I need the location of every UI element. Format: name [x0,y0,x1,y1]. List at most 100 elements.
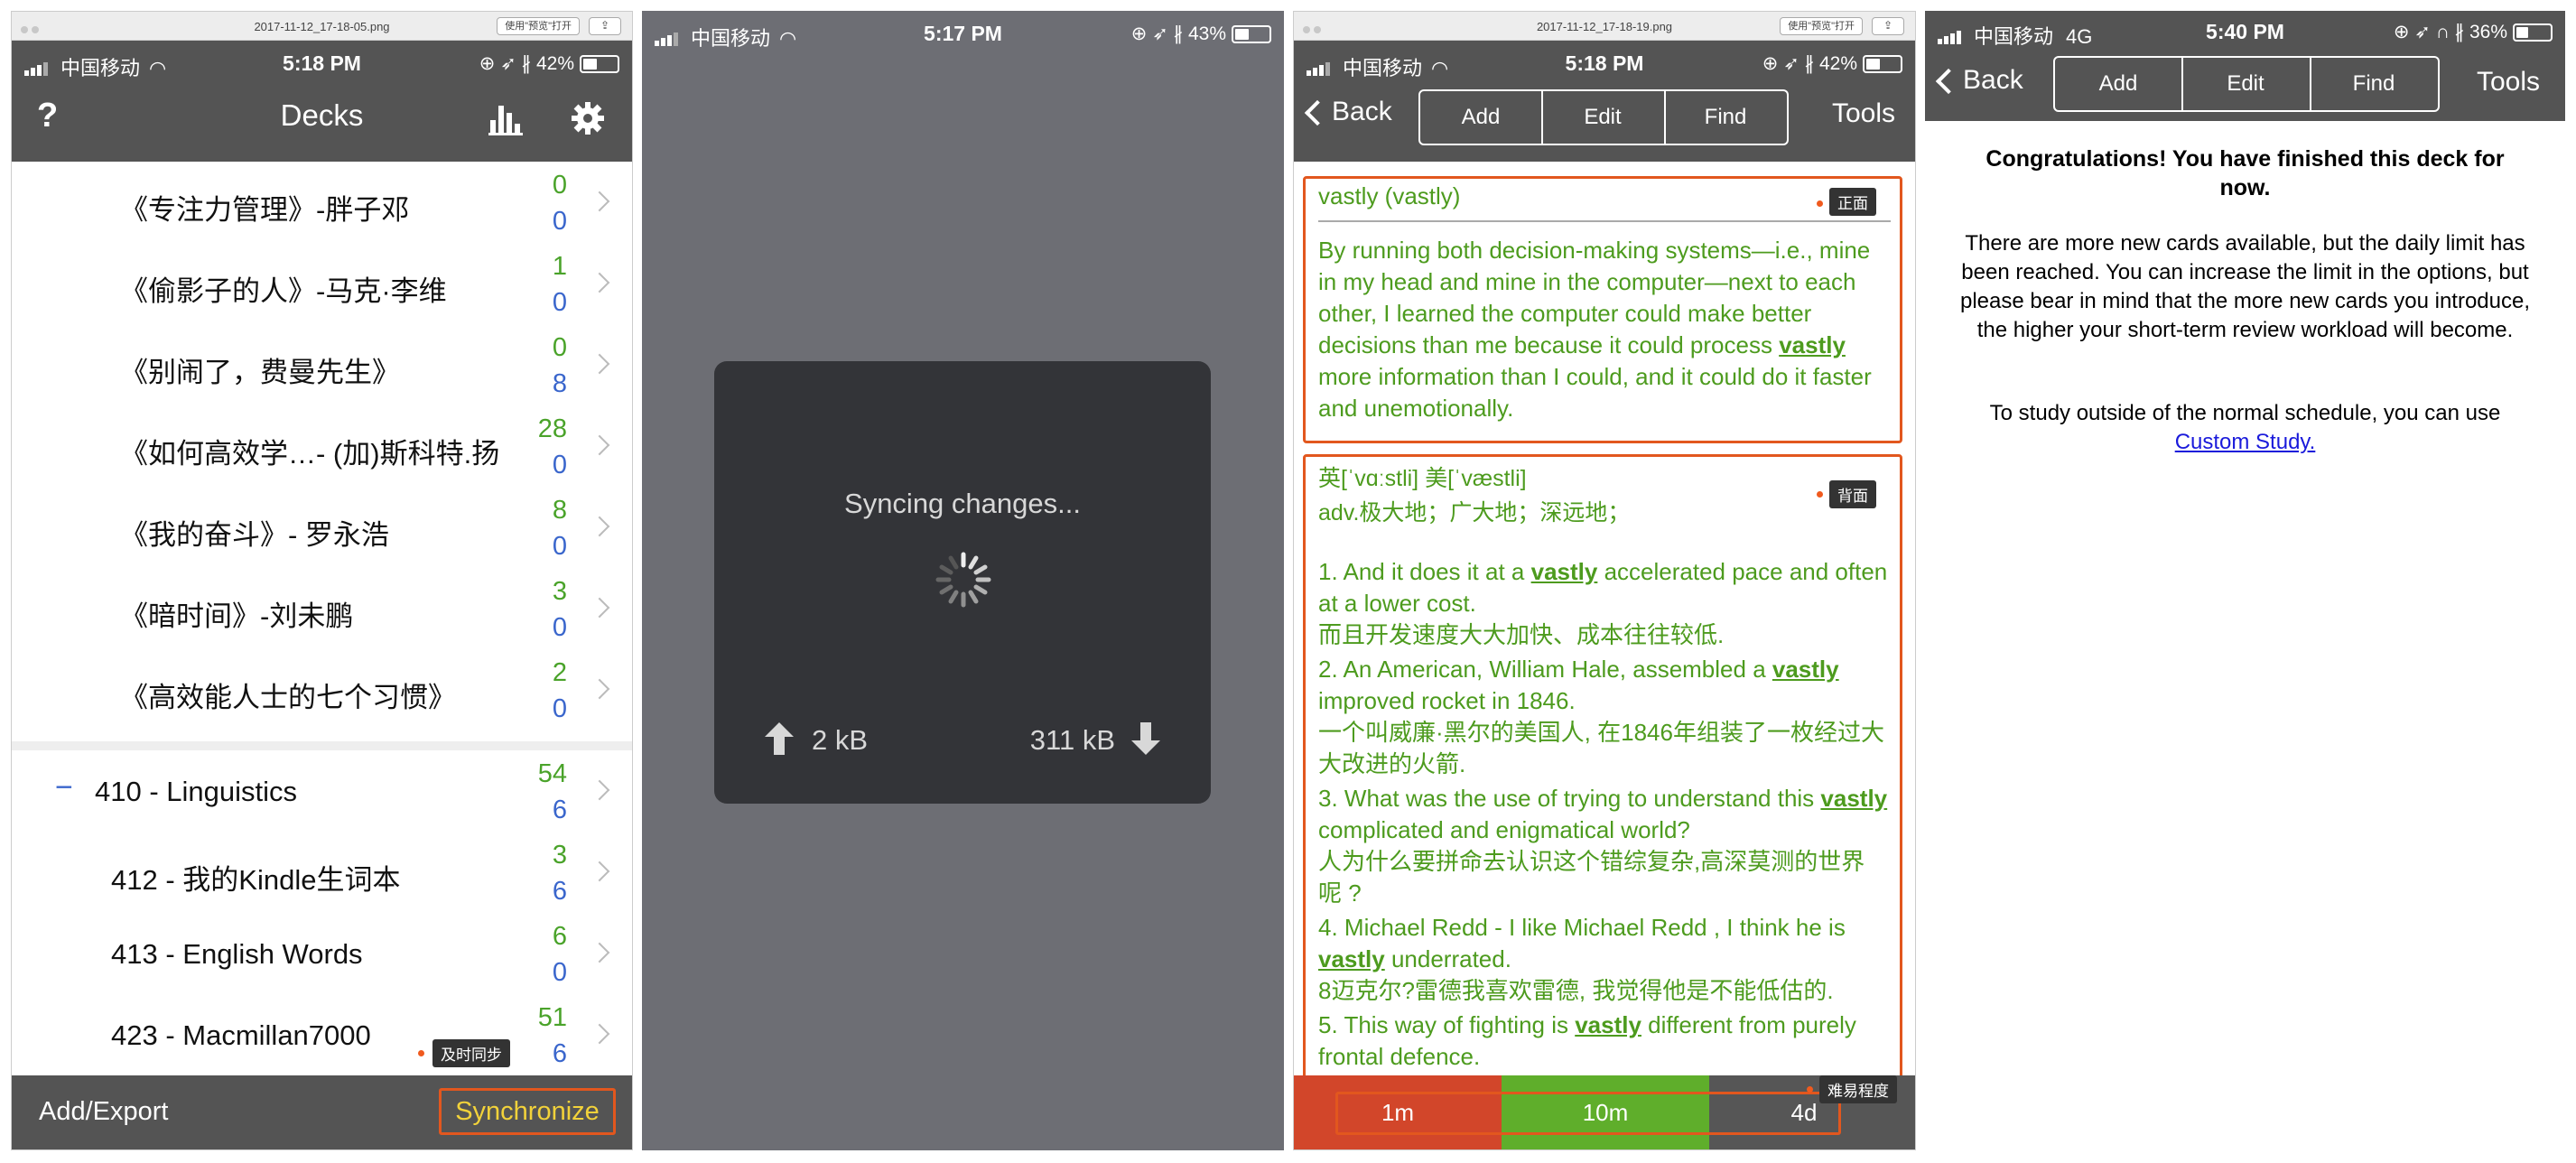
deck-row[interactable]: 《专注力管理》-胖子邓 0 0 [12,162,632,243]
battery-percent: 42% [535,53,574,74]
deck-title: 423 - Macmillan7000 [111,1019,371,1051]
add-button[interactable]: Add [2053,56,2183,112]
chevron-right-icon [589,1023,610,1045]
deck-new-count: 0 [552,333,567,362]
download-size: 311 kB [1029,724,1115,756]
example-text: 3. What was the use of trying to underst… [1318,785,1821,812]
spinner-icon [933,549,994,615]
example-translation: 而且开发速度大大加快、成本往往较低. [1318,621,1725,648]
deck-row[interactable]: 《别闹了，费曼先生》 0 8 [12,324,632,405]
edit-button[interactable]: Edit [2181,56,2311,112]
difficulty-annotation-tag: 难易程度 [1819,1075,1897,1103]
deck-new-count: 6 [552,922,567,951]
chevron-left-icon [1304,99,1331,126]
deck-title: 《我的奋斗》- 罗永浩 [120,519,389,551]
front-sentence-part: more information than I could, and it co… [1318,363,1872,422]
chevron-right-icon [589,597,610,619]
annotation-dot [1817,200,1823,207]
edit-button[interactable]: Edit [1541,89,1666,145]
chevron-right-icon [589,678,610,700]
add-button[interactable]: Add [1418,89,1543,145]
screenshot-canvas: 2017-11-12_17-18-05.png 使用"预览"打开 ⇪ 中国移动 ◠… [0,0,2576,1163]
status-icons: ⊕ ➶ ∦ [1762,53,1819,74]
deck-due-count: 0 [552,207,567,236]
deck-row[interactable]: 《如何高效学…- (加)斯科特.扬 28 0 [12,405,632,487]
deck-title: 413 - English Words [111,938,363,970]
status-bar: 中国移动 ◠ 5:18 PM ⊕ ➶ ∦ 42% [1294,46,1915,82]
example-item: 4. Michael Redd - I like Michael Redd , … [1318,912,1892,1007]
status-icons: ⊕ ➶ ∦ [479,53,536,74]
subdeck-row[interactable]: 413 - English Words 6 0 [12,913,632,994]
study-text: To study outside of the normal schedule,… [1989,401,2501,425]
share-icon[interactable]: ⇪ [1872,17,1904,35]
deck-new-count: 51 [537,1003,567,1032]
custom-study-message: To study outside of the normal schedule,… [1950,399,2540,457]
deck-due-count: 6 [552,795,567,824]
tools-button[interactable]: Tools [1832,98,1895,129]
good-label: 10m [1582,1099,1629,1126]
synchronize-button[interactable]: Synchronize [439,1088,616,1135]
find-button[interactable]: Find [2310,56,2440,112]
battery-icon [1863,55,1902,74]
chevron-left-icon [1935,68,1962,95]
example-list: 1. And it does it at a vastly accelerate… [1318,556,1892,1073]
deck-row[interactable]: 《暗时间》-刘未鹏 3 0 [12,568,632,649]
sync-annotation-tag: 及时同步 [432,1039,510,1067]
back-label: Back [1963,65,2023,95]
download-arrow-icon [1131,722,1160,759]
example-item: 3. What was the use of trying to underst… [1318,783,1892,909]
example-item: 2. An American, William Hale, assembled … [1318,654,1892,780]
deck-new-count: 8 [552,496,567,525]
deck-new-count: 3 [552,841,567,870]
chevron-right-icon [589,191,610,212]
share-icon[interactable]: ⇪ [589,17,621,35]
battery-icon [1232,25,1271,44]
annotation-dot [1817,491,1823,498]
example-text: complicated and enigmatical world? [1318,816,1690,843]
battery-percent: 42% [1818,53,1857,74]
annotation-dot [418,1050,424,1056]
section-divider [12,741,632,750]
deck-due-count: 0 [552,532,567,561]
deck-new-count: 2 [552,658,567,687]
deck-due-count: 0 [552,958,567,987]
upload-arrow-icon [765,722,794,759]
again-label: 1m [1381,1099,1415,1126]
review-panel: 2017-11-12_17-18-19.png 使用"预览"打开 ⇪ 中国移动 ◠… [1293,11,1916,1150]
collapse-toggle[interactable]: − [55,770,73,805]
tools-button[interactable]: Tools [2477,67,2540,98]
add-export-button[interactable]: Add/Export [39,1097,168,1127]
congrats-heading: Congratulations! You have finished this … [1985,146,2505,200]
find-button[interactable]: Find [1664,89,1789,145]
upload-size: 2 kB [812,724,869,756]
gear-icon[interactable] [570,100,606,141]
deck-group-row[interactable]: − 410 - Linguistics 54 6 [12,750,632,832]
deck-row[interactable]: 《偷影子的人》-马克·李维 1 0 [12,243,632,324]
battery-icon [580,55,619,74]
deck-title: 《专注力管理》-胖子邓 [120,194,410,226]
back-button[interactable]: Back [1304,97,1392,127]
open-preview-button[interactable]: 使用"预览"打开 [1780,17,1863,35]
deck-due-count: 6 [552,1039,567,1068]
deck-title: 《高效能人士的七个习惯》 [120,682,456,713]
example-text: 2. An American, William Hale, assembled … [1318,656,1772,683]
open-preview-button[interactable]: 使用"预览"打开 [497,17,580,35]
highlight-word: vastly [1318,945,1385,972]
deck-row[interactable]: 《高效能人士的七个习惯》 2 0 [12,649,632,730]
example-text: 5. This way of fighting is [1318,1011,1576,1038]
custom-study-link[interactable]: Custom Study. [2175,430,2316,454]
deck-new-count: 0 [552,171,567,200]
deck-new-count: 1 [552,252,567,281]
subdeck-row[interactable]: 423 - Macmillan7000 51 6 [12,994,632,1075]
deck-due-count: 0 [552,694,567,723]
definition: adv.极大地；广大地；深远地； [1318,500,1631,526]
chevron-right-icon [589,779,610,801]
example-text: improved rocket in 1846. [1318,687,1576,714]
stats-icon[interactable] [488,100,525,141]
deck-title: 412 - 我的Kindle生词本 [111,864,401,896]
mac-title-bar: 2017-11-12_17-18-05.png 使用"预览"打开 ⇪ [12,12,632,41]
card-front: vastly (vastly) 正面 By running both decis… [1303,176,1902,443]
back-button[interactable]: Back [1935,65,2023,96]
deck-row[interactable]: 《我的奋斗》- 罗永浩 8 0 [12,487,632,568]
subdeck-row[interactable]: 412 - 我的Kindle生词本 3 6 [12,832,632,913]
